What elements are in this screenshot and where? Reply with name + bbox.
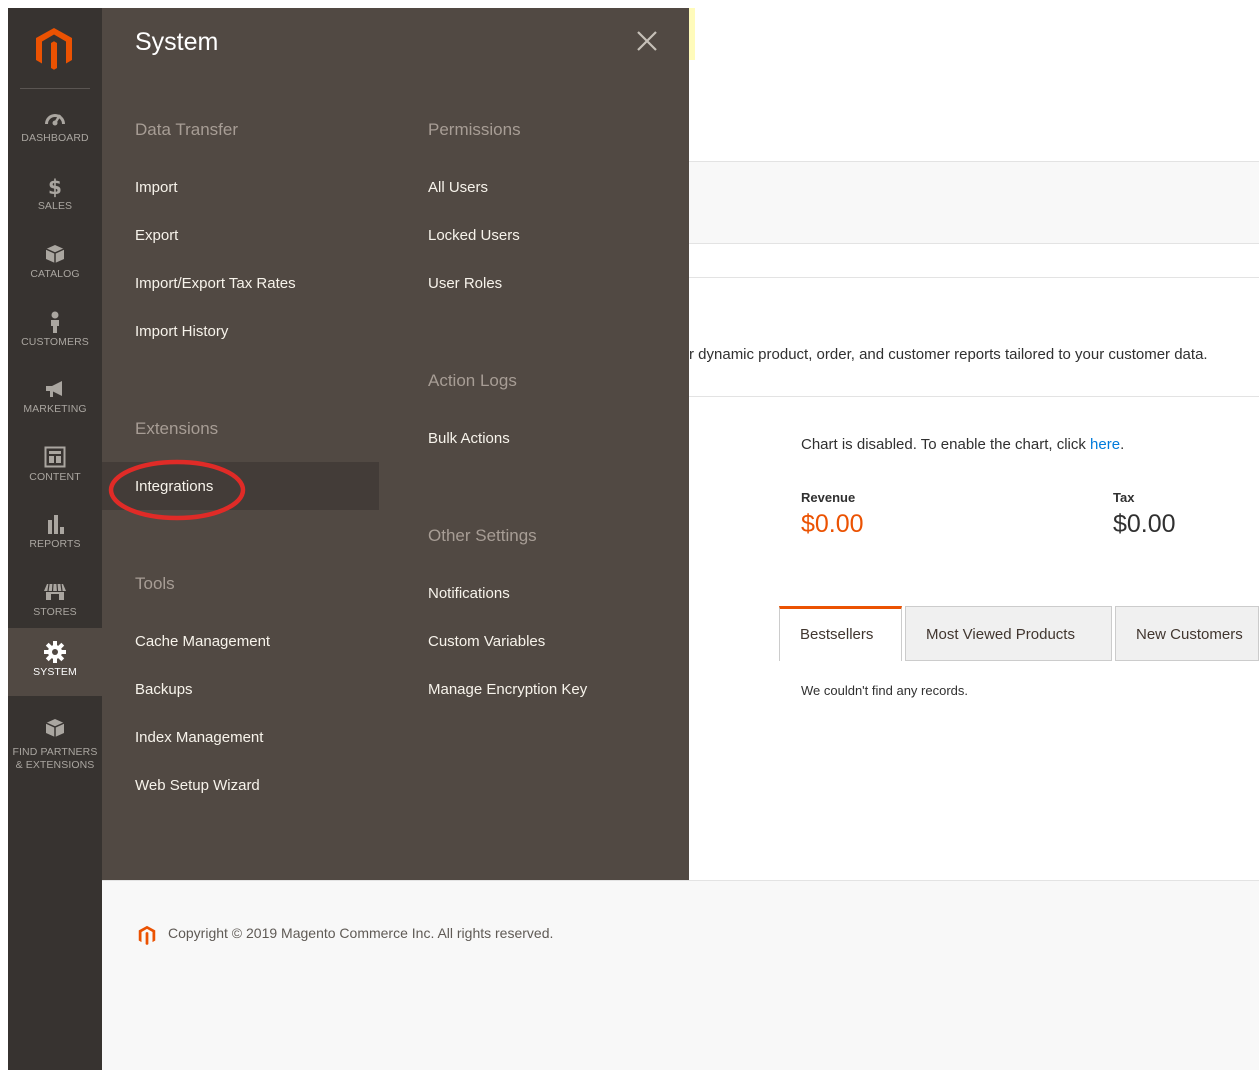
menu-cache-management[interactable]: Cache Management: [135, 633, 270, 650]
nav-stores[interactable]: STORES: [8, 568, 102, 636]
nav-catalog[interactable]: CATALOG: [8, 230, 102, 298]
nav-content[interactable]: CONTENT: [8, 433, 102, 501]
menu-locked-users[interactable]: Locked Users: [428, 227, 520, 244]
nav-customers-label: CUSTOMERS: [21, 336, 89, 348]
chart-message-end: .: [1120, 436, 1125, 453]
menu-custom-variables[interactable]: Custom Variables: [428, 633, 545, 650]
revenue-label: Revenue: [801, 490, 856, 505]
menu-manage-encryption-key[interactable]: Manage Encryption Key: [428, 681, 587, 698]
page-footer: Copyright © 2019 Magento Commerce Inc. A…: [102, 880, 1259, 1070]
dollar-icon: $: [48, 175, 62, 198]
tax-label: Tax: [1113, 490, 1135, 505]
message-strip: [689, 8, 695, 60]
nav-reports[interactable]: REPORTS: [8, 500, 102, 568]
nav-find-partners[interactable]: FIND PARTNERS & EXTENSIONS: [8, 704, 102, 780]
section-extensions: Extensions: [135, 419, 219, 438]
menu-import[interactable]: Import: [135, 179, 178, 196]
section-tools: Tools: [135, 574, 175, 593]
enable-chart-link[interactable]: here: [1090, 436, 1120, 453]
close-icon[interactable]: [634, 28, 660, 54]
divider: [689, 277, 1259, 278]
tab-most-viewed-products[interactable]: Most Viewed Products: [905, 606, 1112, 661]
flyout-title: System: [135, 28, 219, 56]
section-permissions: Permissions: [428, 120, 521, 139]
nav-reports-label: REPORTS: [29, 538, 81, 550]
highlight-circle-annotation: [108, 459, 246, 521]
nav-sales[interactable]: $ SALES: [8, 162, 102, 230]
magento-logo-icon[interactable]: [30, 24, 78, 72]
tax-value: $0.00: [1113, 510, 1176, 538]
menu-user-roles[interactable]: User Roles: [428, 275, 502, 292]
nav-catalog-label: CATALOG: [30, 268, 80, 280]
system-flyout-menu: System Data Transfer Import Export Impor…: [102, 8, 689, 880]
dashboard-gauge-icon: [45, 114, 65, 126]
admin-sidebar: DASHBOARD $ SALES CATALOG CUSTOMERS MARK…: [8, 8, 102, 1070]
nav-content-label: CONTENT: [29, 471, 81, 483]
menu-web-setup-wizard[interactable]: Web Setup Wizard: [135, 777, 260, 794]
menu-all-users[interactable]: All Users: [428, 179, 488, 196]
revenue-value: $0.00: [801, 510, 864, 538]
page-actions-band: [689, 161, 1259, 244]
nav-stores-label: STORES: [33, 606, 77, 618]
section-other-settings: Other Settings: [428, 526, 537, 545]
chart-message-text: Chart is disabled. To enable the chart, …: [801, 436, 1091, 453]
divider: [689, 396, 1259, 397]
tab-bestsellers[interactable]: Bestsellers: [779, 606, 902, 661]
storefront-icon: [44, 583, 66, 600]
section-action-logs: Action Logs: [428, 371, 517, 390]
nav-dashboard[interactable]: DASHBOARD: [8, 94, 102, 162]
menu-import-history[interactable]: Import History: [135, 323, 228, 340]
menu-export[interactable]: Export: [135, 227, 178, 244]
magento-logo-icon: [138, 925, 156, 945]
nav-marketing-label: MARKETING: [23, 403, 87, 415]
nav-find-partners-label-line1: FIND PARTNERS: [12, 746, 98, 758]
svg-text:$: $: [48, 175, 62, 198]
cube-icon: [45, 245, 65, 263]
nav-sales-label: SALES: [37, 200, 73, 212]
nav-marketing[interactable]: MARKETING: [8, 365, 102, 433]
menu-backups[interactable]: Backups: [135, 681, 193, 698]
logo-divider: [20, 88, 90, 89]
dashboard-intro-text: r dynamic product, order, and customer r…: [689, 346, 1208, 363]
menu-notifications[interactable]: Notifications: [428, 585, 510, 602]
menu-bulk-actions[interactable]: Bulk Actions: [428, 430, 510, 447]
menu-index-management[interactable]: Index Management: [135, 729, 263, 746]
gear-icon: [44, 641, 66, 663]
nav-system[interactable]: SYSTEM: [8, 628, 102, 696]
nav-dashboard-label: DASHBOARD: [21, 132, 89, 144]
menu-import-export-tax-rates[interactable]: Import/Export Tax Rates: [135, 275, 296, 292]
section-data-transfer: Data Transfer: [135, 120, 238, 139]
megaphone-icon: [46, 381, 62, 397]
copyright-text: Copyright © 2019 Magento Commerce Inc. A…: [168, 925, 554, 941]
nav-find-partners-label-line2: & EXTENSIONS: [15, 759, 95, 771]
layout-icon: [44, 446, 66, 468]
nav-system-label: SYSTEM: [33, 666, 77, 678]
nav-customers[interactable]: CUSTOMERS: [8, 298, 102, 366]
chart-disabled-message: Chart is disabled. To enable the chart, …: [801, 436, 1124, 453]
no-records-message: We couldn't find any records.: [801, 683, 968, 698]
bar-chart-icon: [48, 515, 64, 534]
person-icon: [51, 311, 59, 333]
box-icon: [45, 719, 65, 737]
tab-new-customers[interactable]: New Customers: [1115, 606, 1259, 661]
